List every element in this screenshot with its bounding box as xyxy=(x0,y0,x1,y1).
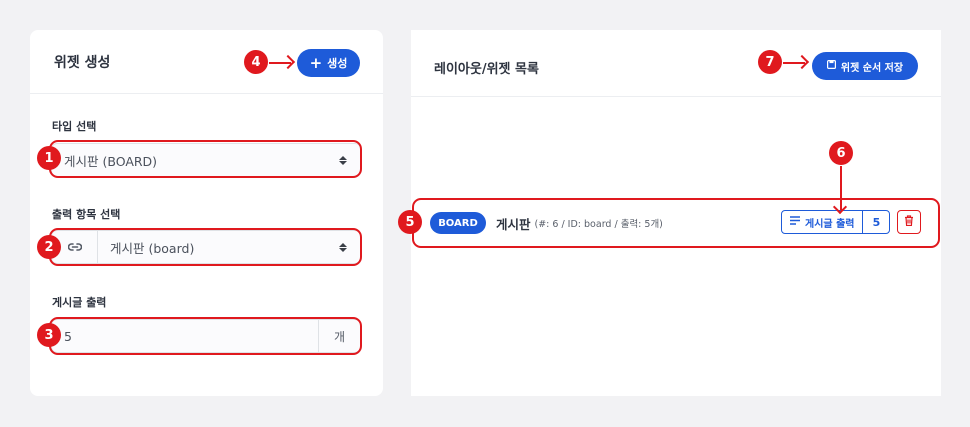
list-panel-title: 레이아웃/위젯 목록 xyxy=(434,62,539,77)
create-panel-header: 위젯 생성 + 생성 xyxy=(30,30,383,94)
widget-output-label: 게시글 출력 xyxy=(805,218,855,230)
widget-meta: (#: 6 / ID: board / 출력: 5개) xyxy=(534,219,663,230)
post-output-unit: 개 xyxy=(318,320,360,352)
widget-output-button[interactable]: 게시글 출력 xyxy=(782,211,864,233)
annotation-arrow-6 xyxy=(840,166,842,210)
create-button-label: 생성 xyxy=(327,57,348,70)
widget-output-control[interactable]: 게시글 출력 5 xyxy=(781,210,891,234)
widget-type-badge: BOARD xyxy=(430,212,486,234)
type-select-value: 게시판 (BOARD) xyxy=(64,153,158,169)
annotation-marker-7: 7 xyxy=(758,50,782,74)
post-output-value: 5 xyxy=(64,328,72,344)
output-item-select[interactable]: 게시판 (board) xyxy=(51,230,361,264)
widget-name: 게시판 xyxy=(496,216,531,232)
save-icon xyxy=(826,60,836,72)
annotation-marker-3: 3 xyxy=(37,323,61,347)
post-output-label: 게시글 출력 xyxy=(52,296,107,309)
widget-list-item[interactable]: BOARD 게시판 (#: 6 / ID: board / 출력: 5개) 게시… xyxy=(416,200,938,246)
save-order-button[interactable]: 위젯 순서 저장 xyxy=(812,52,918,80)
annotation-marker-4: 4 xyxy=(244,50,268,74)
select-arrows-icon xyxy=(336,155,350,165)
widget-create-panel: 위젯 생성 + 생성 타입 선택 게시판 (BOARD) 출력 항목 선택 게시… xyxy=(30,30,383,396)
list-panel-header: 레이아웃/위젯 목록 위젯 순서 저장 xyxy=(411,30,941,97)
post-output-input[interactable]: 5 개 xyxy=(51,319,361,353)
select-arrows-icon xyxy=(336,242,350,252)
annotation-marker-1: 1 xyxy=(37,146,61,170)
annotation-marker-5: 5 xyxy=(398,210,422,234)
output-item-label: 출력 항목 선택 xyxy=(52,208,121,221)
save-order-label: 위젯 순서 저장 xyxy=(840,62,904,74)
annotation-marker-6: 6 xyxy=(829,141,853,165)
create-button[interactable]: + 생성 xyxy=(297,49,360,77)
type-select[interactable]: 게시판 (BOARD) xyxy=(51,143,361,177)
annotation-arrow-7 xyxy=(783,62,805,64)
trash-icon xyxy=(904,215,914,229)
create-panel-title: 위젯 생성 xyxy=(54,55,111,71)
annotation-arrow-4 xyxy=(269,62,291,64)
delete-widget-button[interactable] xyxy=(897,210,921,234)
annotation-marker-2: 2 xyxy=(37,235,61,259)
output-item-value: 게시판 (board) xyxy=(110,240,195,256)
type-select-label: 타입 선택 xyxy=(52,120,97,133)
plus-icon: + xyxy=(309,53,323,72)
widget-output-count[interactable]: 5 xyxy=(863,211,889,233)
list-icon xyxy=(790,216,800,228)
